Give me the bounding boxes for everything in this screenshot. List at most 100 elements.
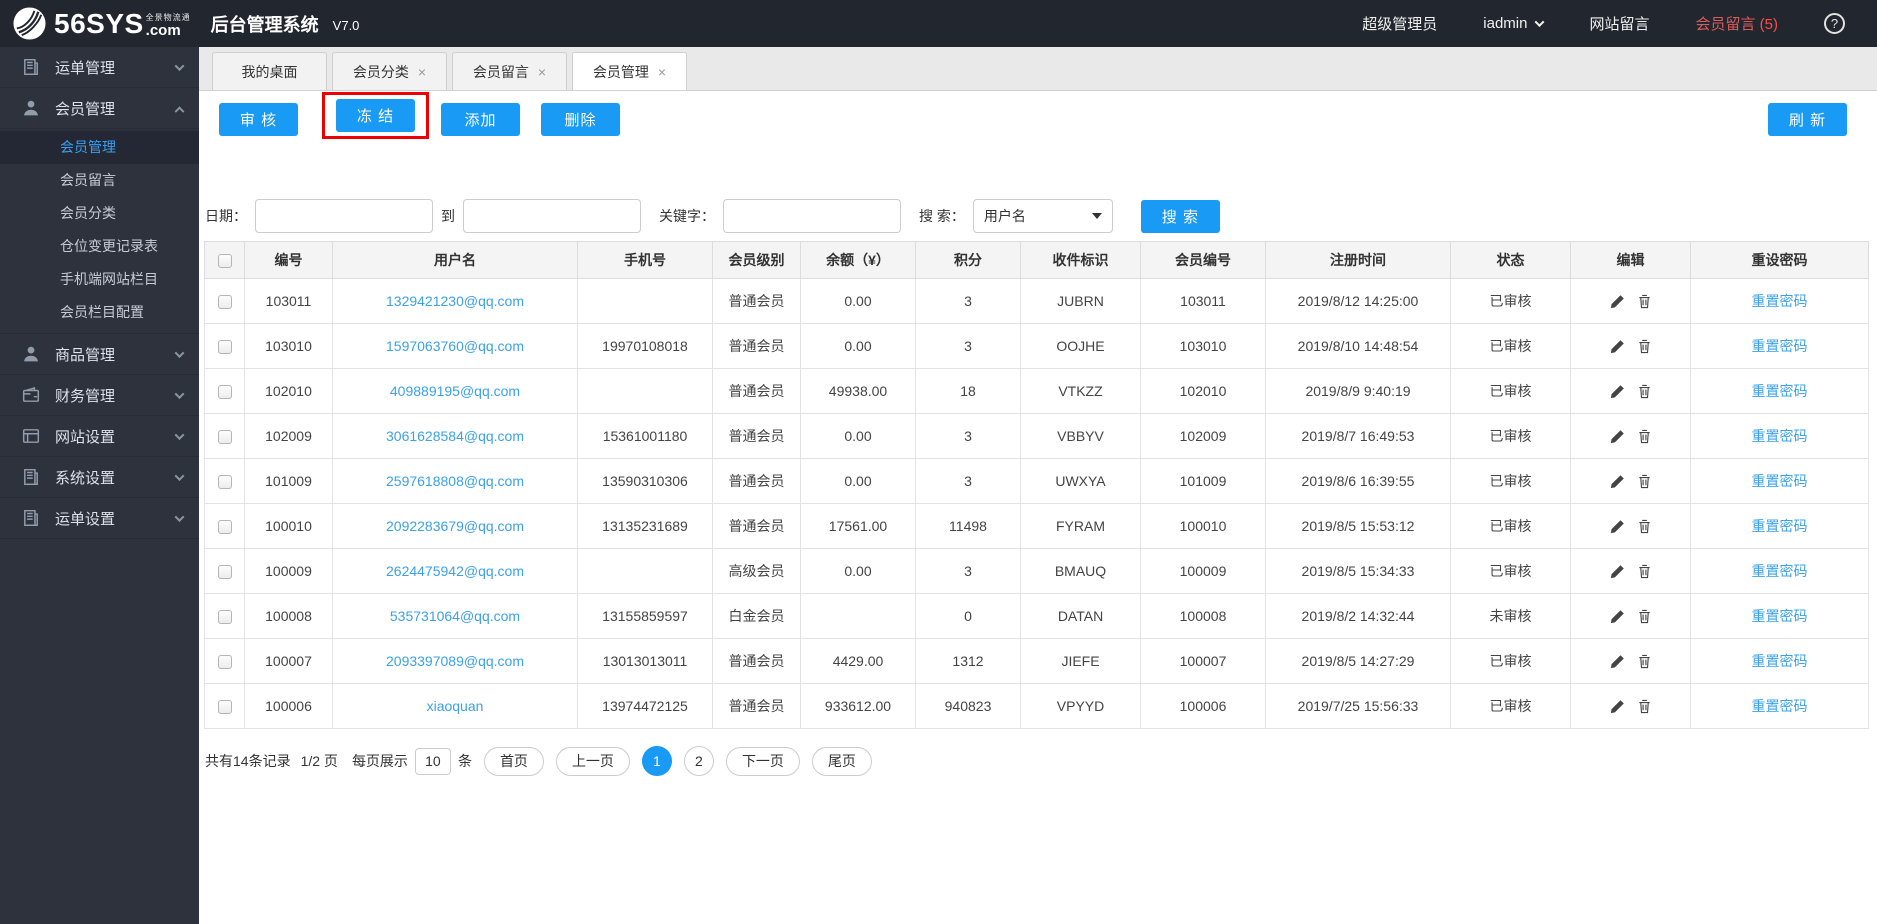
last-page-button[interactable]: 尾页: [811, 746, 872, 776]
sidebar-subitem-member-mgmt[interactable]: 会员管理: [0, 131, 199, 164]
col-header-registered: 注册时间: [1265, 241, 1451, 279]
site-messages-link[interactable]: 网站留言: [1589, 13, 1649, 34]
delete-trash-icon[interactable]: [1637, 429, 1652, 444]
date-from-input[interactable]: [255, 199, 433, 233]
edit-pencil-icon[interactable]: [1610, 564, 1625, 579]
freeze-button[interactable]: 冻 结: [336, 99, 415, 132]
row-checkbox[interactable]: [217, 340, 232, 355]
reset-password-link[interactable]: 重置密码: [1752, 653, 1808, 669]
sidebar-item-system-settings[interactable]: 系统设置: [0, 457, 199, 498]
delete-trash-icon[interactable]: [1637, 654, 1652, 669]
row-checkbox[interactable]: [217, 385, 232, 400]
sidebar-subitem-storage-change-log[interactable]: 仓位变更记录表: [0, 230, 199, 263]
username-link[interactable]: xiaoquan: [427, 698, 484, 714]
sidebar-item-product-mgmt[interactable]: 商品管理: [0, 334, 199, 375]
username-link[interactable]: 535731064@qq.com: [390, 608, 520, 624]
tab-member-categories[interactable]: 会员分类 ×: [332, 52, 447, 90]
sidebar-item-member-mgmt[interactable]: 会员管理: [0, 88, 199, 129]
delete-trash-icon[interactable]: [1637, 564, 1652, 579]
edit-pencil-icon[interactable]: [1610, 474, 1625, 489]
reset-password-link[interactable]: 重置密码: [1752, 293, 1808, 309]
row-checkbox[interactable]: [217, 520, 232, 535]
add-button[interactable]: 添加: [441, 103, 520, 136]
username-link[interactable]: 2597618808@qq.com: [386, 473, 524, 489]
delete-trash-icon[interactable]: [1637, 519, 1652, 534]
edit-pencil-icon[interactable]: [1610, 384, 1625, 399]
sidebar-item-waybill-settings[interactable]: 运单设置: [0, 498, 199, 539]
cell-id: 100009: [244, 548, 333, 594]
row-checkbox[interactable]: [217, 700, 232, 715]
reset-password-link[interactable]: 重置密码: [1752, 698, 1808, 714]
sidebar-subitem-member-column-config[interactable]: 会员栏目配置: [0, 296, 199, 329]
username-link[interactable]: 1329421230@qq.com: [386, 293, 524, 309]
select-all-checkbox[interactable]: [217, 254, 232, 269]
row-checkbox[interactable]: [217, 565, 232, 580]
reset-password-link[interactable]: 重置密码: [1752, 473, 1808, 489]
prev-page-button[interactable]: 上一页: [555, 746, 630, 776]
delete-trash-icon[interactable]: [1637, 294, 1652, 309]
delete-button[interactable]: 删除: [541, 103, 620, 136]
tab-my-desktop[interactable]: 我的桌面: [212, 52, 327, 90]
user-menu[interactable]: iadmin: [1483, 15, 1545, 32]
reset-password-link[interactable]: 重置密码: [1752, 608, 1808, 624]
sidebar-subitem-member-categories[interactable]: 会员分类: [0, 197, 199, 230]
page-number-2[interactable]: 2: [683, 746, 714, 776]
edit-pencil-icon[interactable]: [1610, 654, 1625, 669]
row-checkbox[interactable]: [217, 475, 232, 490]
delete-trash-icon[interactable]: [1637, 609, 1652, 624]
edit-pencil-icon[interactable]: [1610, 609, 1625, 624]
username-link[interactable]: 1597063760@qq.com: [386, 338, 524, 354]
cell-points: 3: [915, 548, 1021, 594]
date-label: 日期：: [205, 208, 247, 224]
row-checkbox[interactable]: [217, 610, 232, 625]
edit-pencil-icon[interactable]: [1610, 519, 1625, 534]
username-link[interactable]: 2092283679@qq.com: [386, 518, 524, 534]
reset-password-link[interactable]: 重置密码: [1752, 518, 1808, 534]
edit-pencil-icon[interactable]: [1610, 339, 1625, 354]
tab-member-mgmt[interactable]: 会员管理 ×: [572, 52, 687, 90]
username-link[interactable]: 409889195@qq.com: [390, 383, 520, 399]
sidebar-subitem-member-messages[interactable]: 会员留言: [0, 164, 199, 197]
close-icon[interactable]: ×: [418, 65, 426, 79]
sidebar-item-waybill-mgmt[interactable]: 运单管理: [0, 47, 199, 88]
cell-id: 101009: [244, 458, 333, 504]
reset-password-link[interactable]: 重置密码: [1752, 383, 1808, 399]
reset-password-link[interactable]: 重置密码: [1752, 563, 1808, 579]
edit-pencil-icon[interactable]: [1610, 699, 1625, 714]
help-icon[interactable]: ?: [1824, 13, 1845, 34]
date-to-input[interactable]: [463, 199, 641, 233]
username-link[interactable]: 2624475942@qq.com: [386, 563, 524, 579]
col-header-reset-password: 重设密码: [1690, 241, 1869, 279]
search-type-select[interactable]: 用户名: [972, 199, 1113, 233]
cell-id: 103010: [244, 323, 333, 369]
sidebar-item-finance-mgmt[interactable]: 财务管理: [0, 375, 199, 416]
edit-pencil-icon[interactable]: [1610, 294, 1625, 309]
close-icon[interactable]: ×: [658, 65, 666, 79]
username-link[interactable]: 2093397089@qq.com: [386, 653, 524, 669]
audit-button[interactable]: 审 核: [219, 103, 298, 136]
close-icon[interactable]: ×: [538, 65, 546, 79]
delete-trash-icon[interactable]: [1637, 384, 1652, 399]
username-link[interactable]: 3061628584@qq.com: [386, 428, 524, 444]
row-checkbox[interactable]: [217, 655, 232, 670]
row-checkbox[interactable]: [217, 295, 232, 310]
first-page-button[interactable]: 首页: [483, 746, 544, 776]
delete-trash-icon[interactable]: [1637, 474, 1652, 489]
delete-trash-icon[interactable]: [1637, 699, 1652, 714]
tab-member-messages[interactable]: 会员留言 ×: [452, 52, 567, 90]
sidebar-subitem-mobile-site-columns[interactable]: 手机端网站栏目: [0, 263, 199, 296]
reset-password-link[interactable]: 重置密码: [1752, 338, 1808, 354]
keyword-input[interactable]: [723, 199, 901, 233]
refresh-button[interactable]: 刷 新: [1768, 103, 1847, 136]
cell-phone: [577, 278, 713, 324]
delete-trash-icon[interactable]: [1637, 339, 1652, 354]
row-checkbox[interactable]: [217, 430, 232, 445]
page-number-1[interactable]: 1: [641, 746, 672, 776]
member-messages-link[interactable]: 会员留言 (5): [1695, 13, 1778, 34]
search-button[interactable]: 搜 索: [1140, 199, 1220, 233]
per-page-input[interactable]: [414, 747, 451, 775]
sidebar-item-site-settings[interactable]: 网站设置: [0, 416, 199, 457]
next-page-button[interactable]: 下一页: [725, 746, 800, 776]
reset-password-link[interactable]: 重置密码: [1752, 428, 1808, 444]
edit-pencil-icon[interactable]: [1610, 429, 1625, 444]
